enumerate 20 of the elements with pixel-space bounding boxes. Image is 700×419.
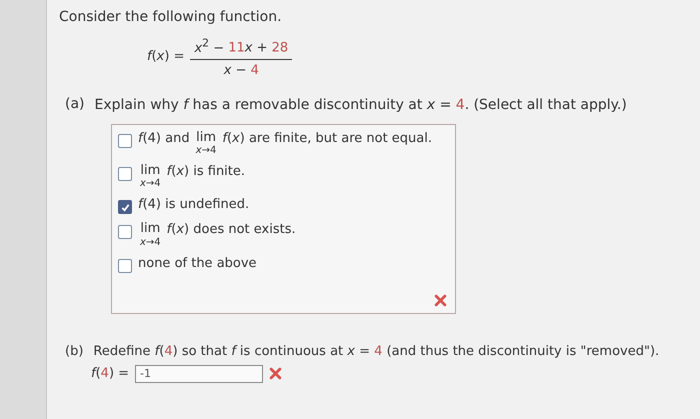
intro-text: Consider the following function. <box>59 8 283 26</box>
function-name: f(x) = <box>147 49 184 64</box>
checkbox[interactable] <box>118 225 132 240</box>
option-label[interactable]: f(4) is undefined. <box>138 197 250 214</box>
numerator: x$^{2}$ − 11x + 28 <box>190 36 292 60</box>
option-label[interactable]: f(4) and lim x→4 f(x) are finite, but are not equal. <box>138 130 432 156</box>
answer-label: f(4) = <box>91 366 130 382</box>
checkbox[interactable] <box>118 200 132 214</box>
option-label[interactable]: lim x→4 f(x) is finite. <box>138 164 246 190</box>
denominator: x − 4 <box>224 62 259 78</box>
part-label: (b) <box>65 344 84 361</box>
checkbox[interactable] <box>118 167 132 181</box>
option-label[interactable]: lim x→4 f(x) does not exists. <box>138 222 296 248</box>
option-label[interactable]: none of the above <box>138 256 257 272</box>
checkbox[interactable] <box>118 258 132 273</box>
question-text: Explain why f has a removable discontinuity at x = 4. (Select all that apply.) <box>94 96 627 114</box>
answer-field[interactable]: -1 <box>135 364 264 383</box>
checkbox[interactable] <box>118 134 132 148</box>
question-text: Redefine f(4) so that f is continuous at x = 4 (and thus the discontinuity is "removed"). <box>93 344 660 361</box>
part-label: (a) <box>65 96 85 114</box>
